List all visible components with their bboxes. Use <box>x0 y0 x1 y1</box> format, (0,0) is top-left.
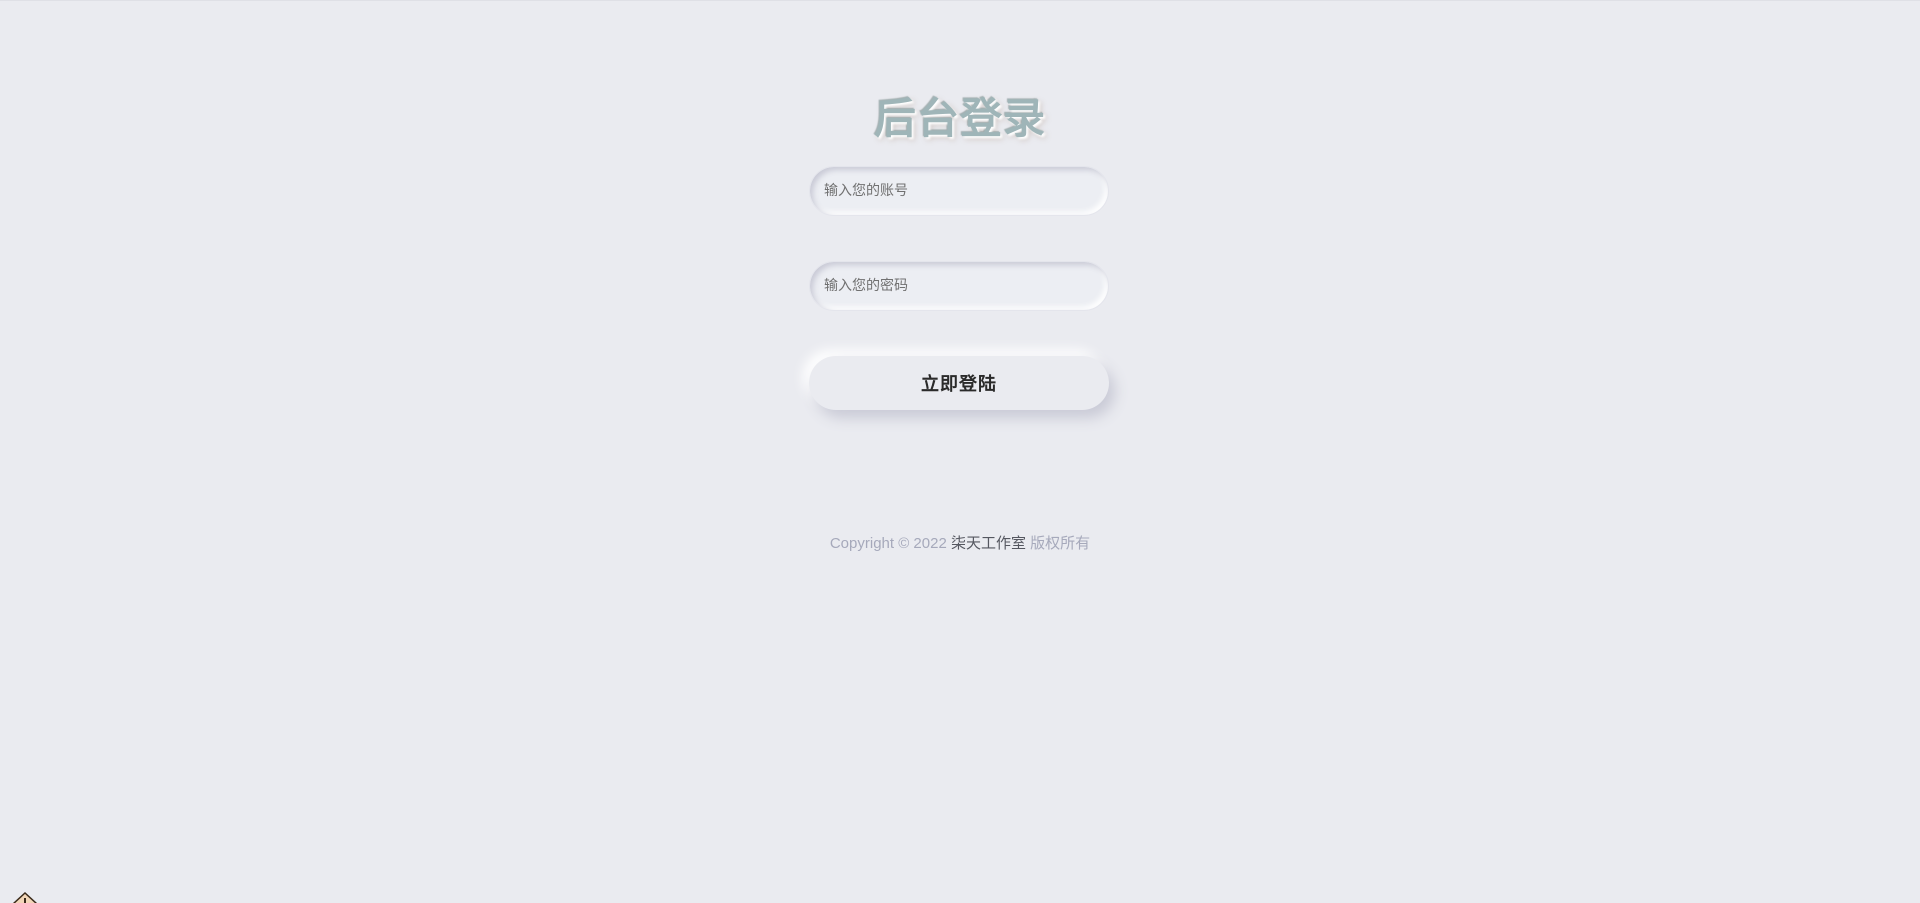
password-input[interactable] <box>810 262 1108 310</box>
account-input[interactable] <box>810 167 1108 215</box>
studio-link[interactable]: 柒天工作室 <box>951 535 1026 552</box>
copyright-text: Copyright © 2022 <box>829 535 951 552</box>
login-button[interactable]: 立即登陆 <box>809 356 1109 410</box>
login-page: 后台登录 立即登陆 Copyright © 2022 柒天工作室 版权所有 <box>0 0 1920 903</box>
page-title: 后台登录 <box>873 94 1046 143</box>
home-icon[interactable] <box>10 889 40 903</box>
password-field[interactable] <box>809 261 1109 311</box>
account-field[interactable] <box>809 166 1109 216</box>
rights-text: 版权所有 <box>1025 535 1091 552</box>
copyright-footer: Copyright © 2022 柒天工作室 版权所有 <box>0 532 1920 553</box>
